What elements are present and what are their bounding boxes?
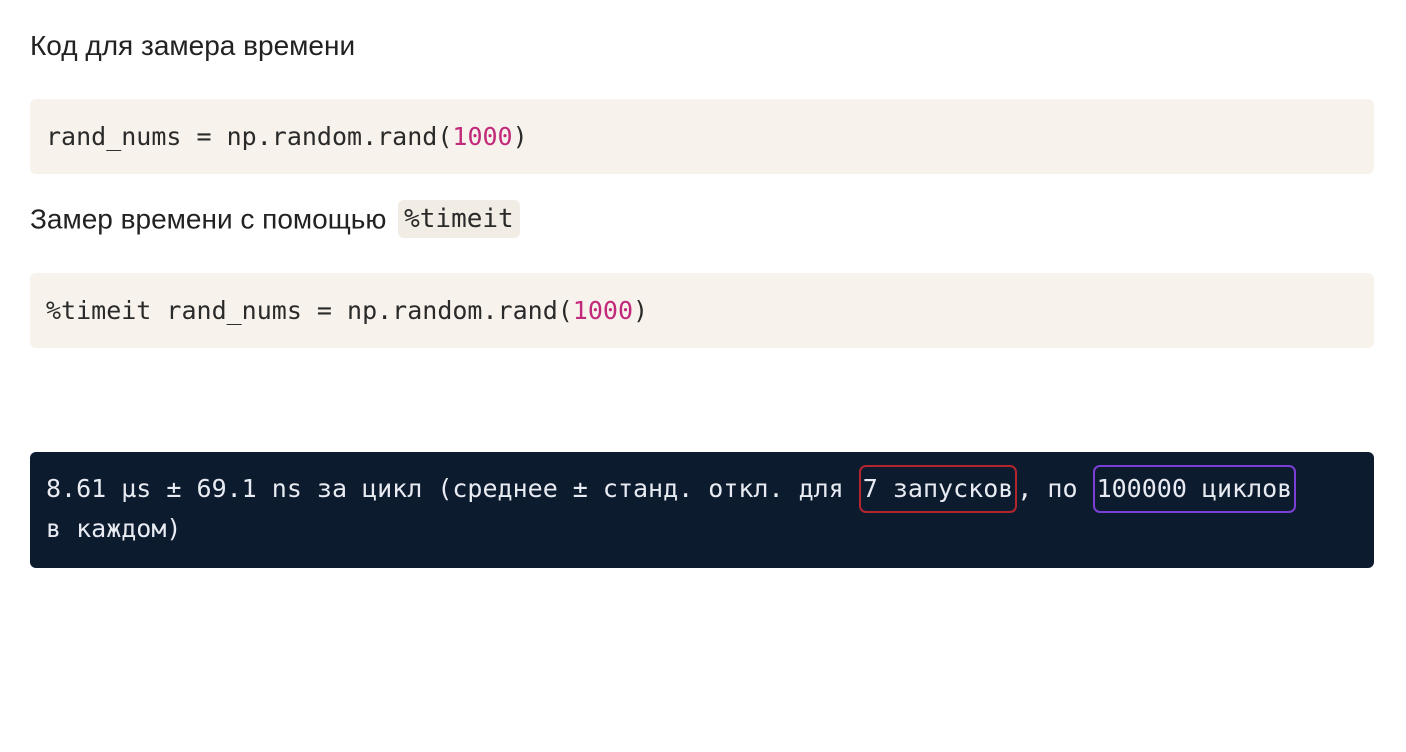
- output-text: 8.61 µs ± 69.1 ns за цикл (среднее ± ста…: [46, 474, 859, 503]
- inline-code-timeit: %timeit: [398, 200, 520, 238]
- code-block-timeit[interactable]: %timeit rand_nums = np.random.rand(1000): [30, 273, 1374, 348]
- code-text: rand_nums = np.random.rand(: [46, 122, 453, 151]
- section-heading-timeit: Замер времени с помощью %timeit: [30, 200, 520, 240]
- code-block-rand[interactable]: rand_nums = np.random.rand(1000): [30, 99, 1374, 174]
- code-text-end: ): [633, 296, 649, 325]
- output-block: 8.61 µs ± 69.1 ns за цикл (среднее ± ста…: [30, 452, 1374, 568]
- section-heading-code: Код для замера времени: [30, 30, 356, 61]
- heading-text: Замер времени с помощью: [30, 203, 387, 235]
- output-line-2: в каждом): [46, 514, 182, 543]
- code-text: %timeit rand_nums = np.random.rand(: [46, 296, 573, 325]
- runs-highlight: 7 запусков: [858, 465, 1018, 513]
- number-literal: 1000: [452, 122, 513, 151]
- code-text-end: ): [512, 122, 528, 151]
- loops-highlight: 100000 циклов: [1092, 465, 1297, 513]
- output-line-1: 8.61 µs ± 69.1 ns за цикл (среднее ± ста…: [46, 465, 1358, 513]
- number-literal: 1000: [572, 296, 634, 325]
- output-text: , по: [1017, 474, 1093, 503]
